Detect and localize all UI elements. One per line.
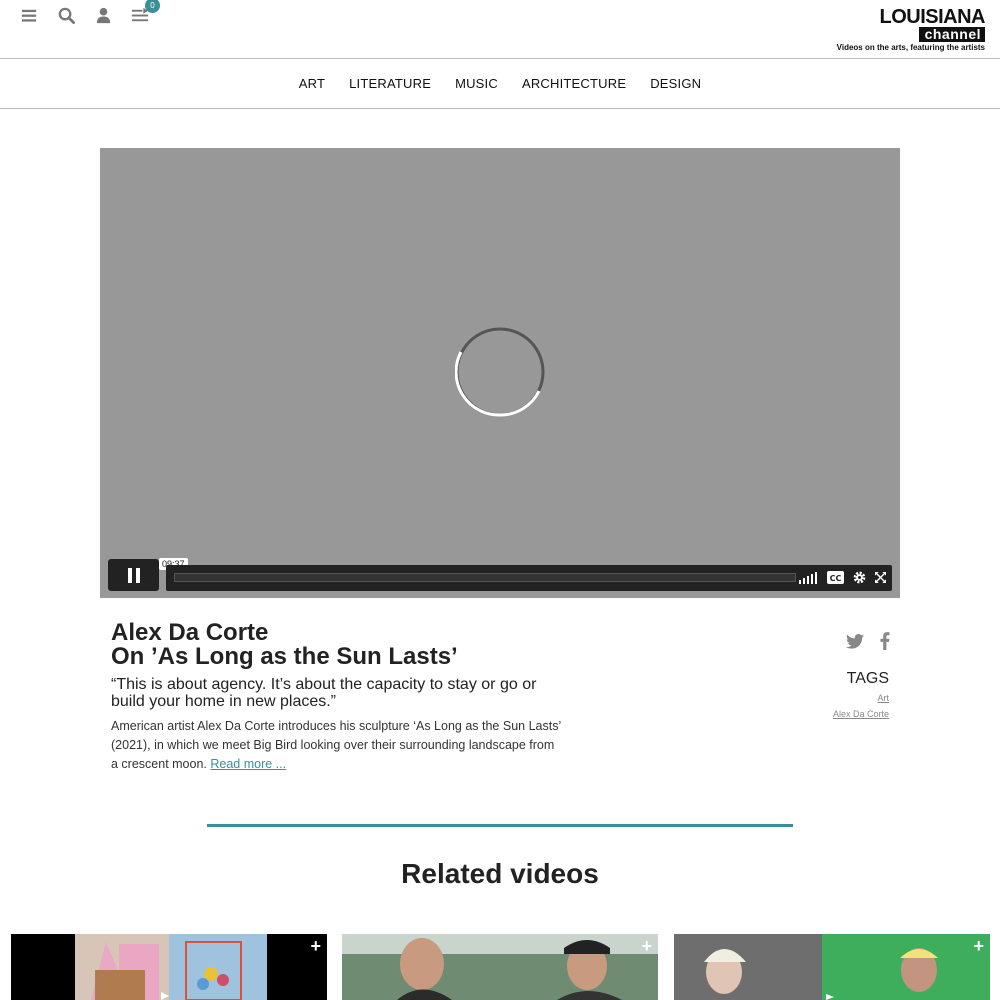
add-to-playlist-icon[interactable]: + (973, 936, 984, 957)
logo[interactable]: LOUISIANA channel (879, 6, 986, 44)
nav-item-music[interactable]: MUSIC (455, 76, 498, 91)
svg-text:CC: CC (830, 574, 842, 583)
tags-heading: TAGS (846, 670, 889, 687)
loading-spinner-icon (455, 327, 545, 417)
menu-icon[interactable] (20, 6, 39, 25)
section-divider (207, 824, 793, 827)
nav-item-art[interactable]: ART (299, 76, 325, 91)
video-description: American artist Alex Da Corte introduces… (111, 717, 561, 774)
description-text: American artist Alex Da Corte introduces… (111, 719, 561, 771)
thumbnail-image (11, 934, 327, 1000)
related-video-thumbnail[interactable]: + (11, 934, 327, 1000)
video-title: Alex Da Corte On ’As Long as the Sun Las… (111, 621, 458, 669)
category-nav: ART LITERATURE MUSIC ARCHITECTURE DESIGN (0, 59, 1000, 109)
volume-icon[interactable] (799, 571, 818, 584)
top-bar: 0 LOUISIANA channel Videos on the arts, … (0, 0, 1000, 59)
user-icon[interactable] (94, 6, 113, 25)
pause-button[interactable] (108, 559, 159, 591)
playlist-count-badge: 0 (145, 0, 160, 13)
top-icons: 0 (20, 0, 160, 25)
cc-icon[interactable]: CC (827, 571, 844, 584)
read-more-link[interactable]: Read more ... (210, 757, 286, 771)
video-title-line1: Alex Da Corte (111, 619, 269, 646)
fullscreen-icon[interactable] (875, 572, 886, 583)
video-title-line2: On ’As Long as the Sun Lasts’ (111, 643, 458, 670)
tag-art[interactable]: Art (877, 693, 889, 703)
related-video-thumbnail[interactable]: + (342, 934, 658, 1000)
progress-bar[interactable] (174, 573, 796, 582)
playlist-icon[interactable]: 0 (131, 0, 160, 25)
pause-icon (127, 567, 132, 583)
video-player[interactable]: 09:37 CC (100, 148, 900, 598)
logo-bottom-text: channel (918, 27, 985, 42)
facebook-icon[interactable] (880, 632, 890, 650)
related-videos-heading: Related videos (401, 858, 599, 889)
search-icon[interactable] (57, 6, 76, 25)
add-to-playlist-icon[interactable]: + (641, 936, 652, 957)
nav-item-design[interactable]: DESIGN (650, 76, 701, 91)
tagline: Videos on the arts, featuring the artist… (836, 43, 985, 52)
twitter-icon[interactable] (846, 633, 864, 649)
thumbnail-image (674, 934, 990, 1000)
video-quote: “This is about agency. It’s about the ca… (111, 676, 537, 710)
thumbnail-image (342, 934, 658, 1000)
nav-item-architecture[interactable]: ARCHITECTURE (522, 76, 626, 91)
control-icons: CC (799, 571, 886, 584)
related-video-thumbnail[interactable]: + (674, 934, 990, 1000)
settings-icon[interactable] (853, 571, 866, 584)
nav-item-literature[interactable]: LITERATURE (349, 76, 431, 91)
control-bar: CC (166, 565, 892, 591)
share-buttons (846, 632, 890, 650)
add-to-playlist-icon[interactable]: + (310, 936, 321, 957)
logo-top-text: LOUISIANA (879, 6, 986, 28)
tag-alex-da-corte[interactable]: Alex Da Corte (833, 709, 889, 719)
